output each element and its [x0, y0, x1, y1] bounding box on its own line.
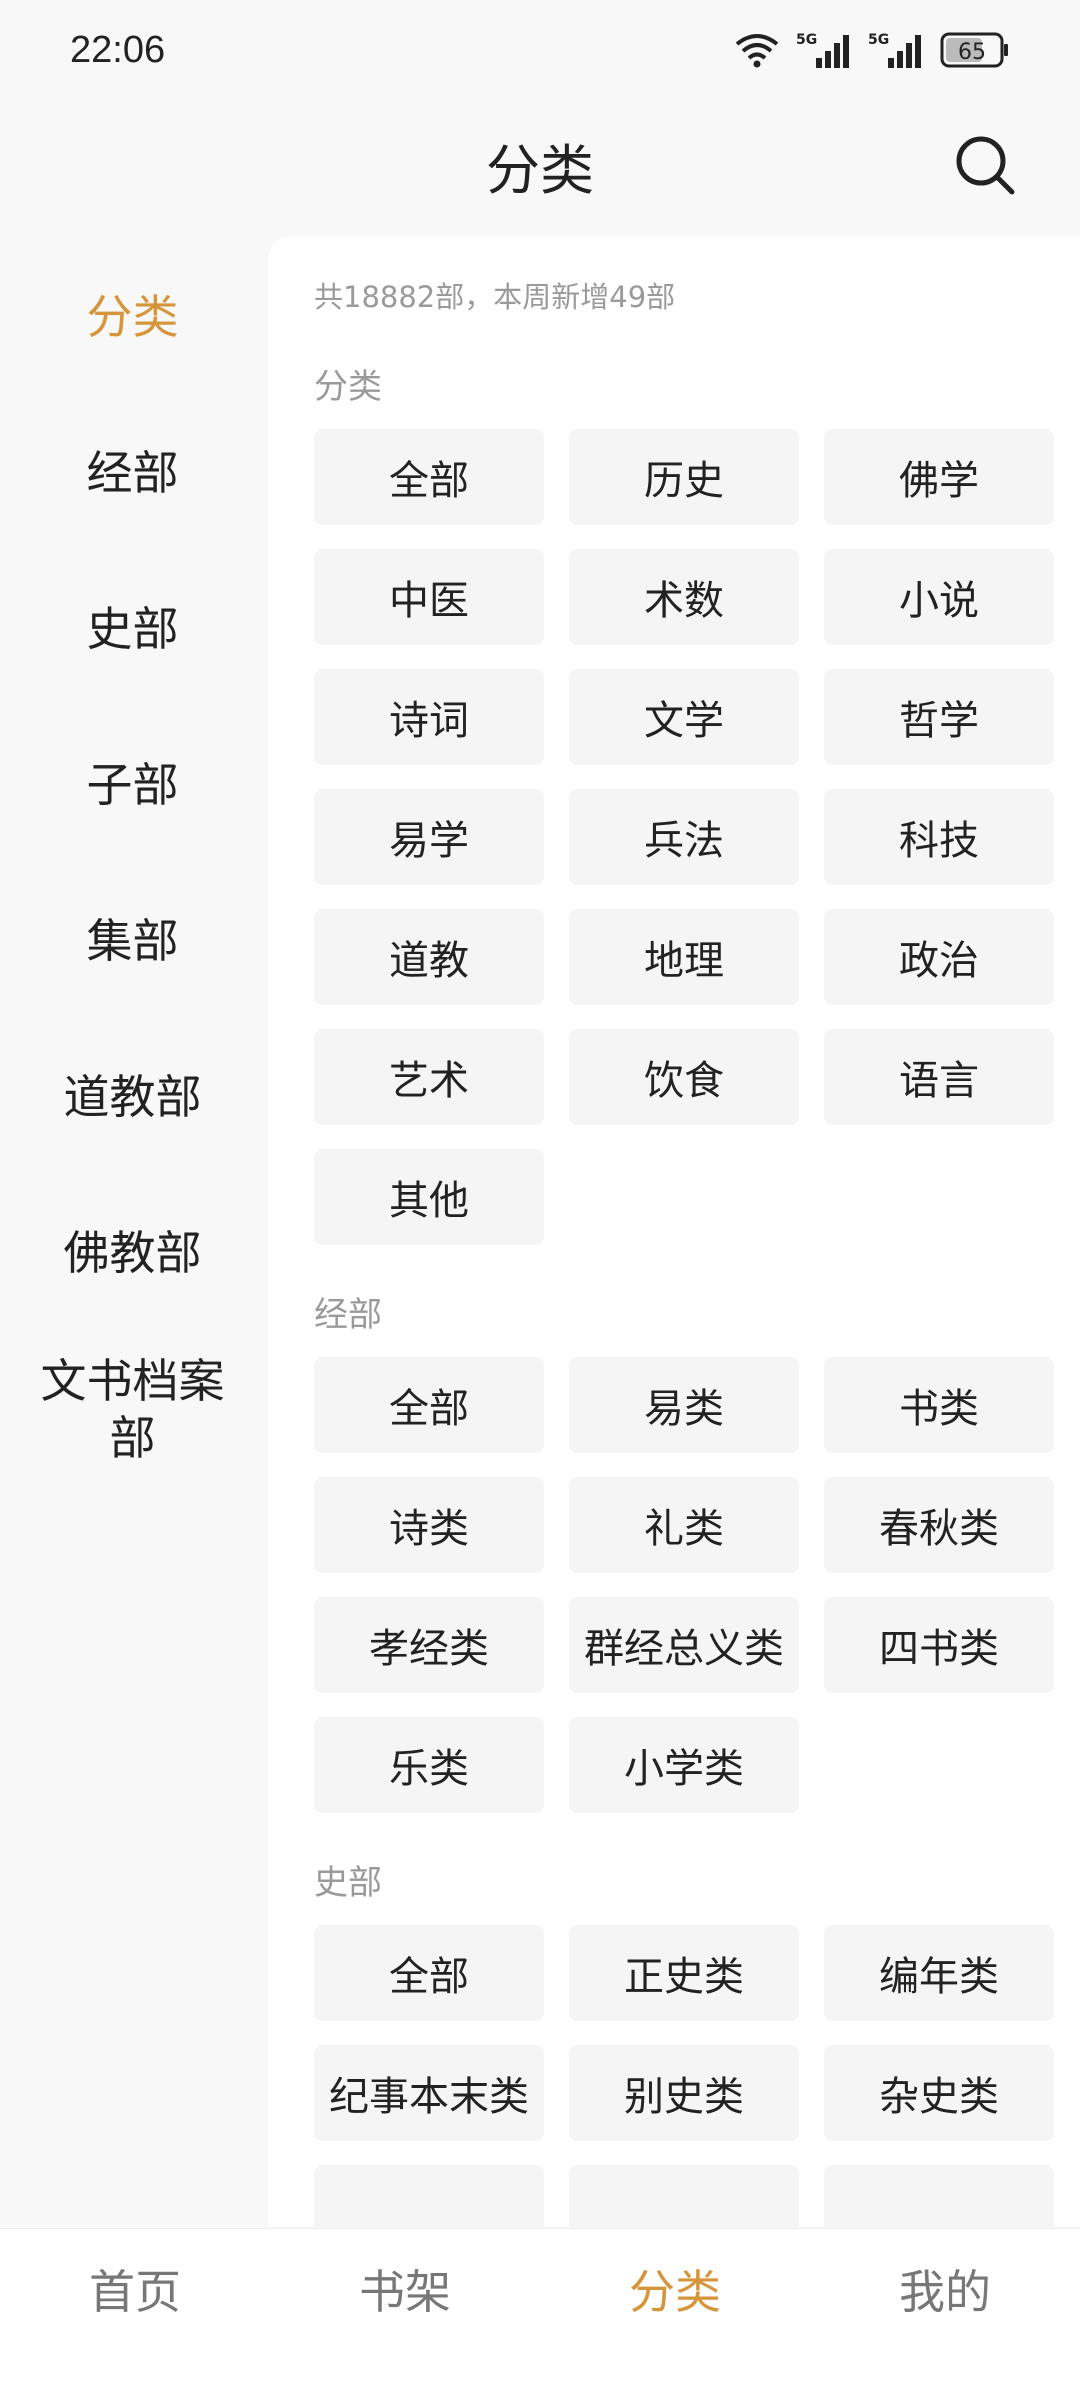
sidebar-item-fenlei[interactable]: 分类	[0, 240, 265, 396]
category-chip[interactable]: 中医	[314, 549, 544, 645]
category-chip[interactable]: 术数	[569, 549, 799, 645]
category-chip[interactable]: 正史类	[569, 1925, 799, 2021]
category-chip[interactable]: 易类	[569, 1357, 799, 1453]
search-icon	[956, 136, 1015, 195]
wifi-icon	[735, 34, 779, 68]
status-bar: 22:06 5G 5G 65	[0, 0, 1080, 100]
category-chip[interactable]: 全部	[314, 429, 544, 525]
sidebar-item-wenshudanganbu[interactable]: 文书档案部	[0, 1332, 265, 1488]
category-chip[interactable]: 全部	[314, 1357, 544, 1453]
sidebar-item-jingbu[interactable]: 经部	[0, 396, 265, 552]
section-shibu: 史部 全部 正史类 编年类 纪事本末类 别史类 杂史类	[314, 1861, 1054, 2227]
battery-level: 65	[958, 40, 986, 65]
category-chip-partial[interactable]	[824, 2165, 1054, 2227]
category-chip[interactable]: 语言	[824, 1029, 1054, 1125]
category-chip[interactable]: 乐类	[314, 1717, 544, 1813]
category-chip[interactable]: 其他	[314, 1149, 544, 1245]
category-chip[interactable]: 文学	[569, 669, 799, 765]
category-chip[interactable]: 诗词	[314, 669, 544, 765]
category-chip[interactable]: 编年类	[824, 1925, 1054, 2021]
category-chip[interactable]: 全部	[314, 1925, 544, 2021]
nav-mine[interactable]: 我的	[810, 2229, 1080, 2349]
category-grid: 全部 历史 佛学 中医 术数 小说 诗词 文学 哲学 易学 兵法 科技 道教 地…	[314, 429, 1054, 1245]
category-chip[interactable]: 四书类	[824, 1597, 1054, 1693]
category-chip[interactable]: 历史	[569, 429, 799, 525]
category-chip[interactable]: 饮食	[569, 1029, 799, 1125]
category-chip[interactable]: 政治	[824, 909, 1054, 1005]
category-chip-partial[interactable]	[569, 2165, 799, 2227]
sidebar-item-jibu[interactable]: 集部	[0, 864, 265, 1020]
battery-icon: 65	[940, 32, 1008, 68]
category-chip[interactable]: 艺术	[314, 1029, 544, 1125]
category-chip[interactable]: 小说	[824, 549, 1054, 645]
sidebar-item-zibu[interactable]: 子部	[0, 708, 265, 864]
category-chip[interactable]: 别史类	[569, 2045, 799, 2141]
category-chip[interactable]: 诗类	[314, 1477, 544, 1573]
category-chip[interactable]: 科技	[824, 789, 1054, 885]
signal-label-sim1: 5G	[796, 32, 817, 48]
category-content[interactable]: 共18882部，本周新增49部 分类 全部 历史 佛学 中医 术数 小说 诗词 …	[268, 237, 1080, 2227]
signal-icon-sim1: 5G	[796, 32, 849, 68]
category-chip[interactable]: 道教	[314, 909, 544, 1005]
total-count-text: 共18882部，本周新增49部	[314, 280, 676, 314]
category-chip[interactable]: 易学	[314, 789, 544, 885]
header: 分类	[0, 100, 1080, 230]
nav-bookshelf[interactable]: 书架	[270, 2229, 540, 2349]
category-chip[interactable]: 哲学	[824, 669, 1054, 765]
sidebar-item-daojiaobu[interactable]: 道教部	[0, 1020, 265, 1176]
status-icons: 5G 5G 65	[734, 30, 1010, 70]
nav-home[interactable]: 首页	[0, 2229, 270, 2349]
signal-label-sim2: 5G	[868, 32, 889, 48]
sidebar-item-shibu[interactable]: 史部	[0, 552, 265, 708]
category-grid: 全部 正史类 编年类 纪事本末类 别史类 杂史类	[314, 1925, 1054, 2227]
category-chip[interactable]: 小学类	[569, 1717, 799, 1813]
category-chip[interactable]: 兵法	[569, 789, 799, 885]
category-chip[interactable]: 佛学	[824, 429, 1054, 525]
category-chip-partial[interactable]	[314, 2165, 544, 2227]
category-chip[interactable]: 春秋类	[824, 1477, 1054, 1573]
category-chip[interactable]: 书类	[824, 1357, 1054, 1453]
category-chip[interactable]: 纪事本末类	[314, 2045, 544, 2141]
category-chip[interactable]: 孝经类	[314, 1597, 544, 1693]
category-grid: 全部 易类 书类 诗类 礼类 春秋类 孝经类 群经总义类 四书类 乐类 小学类	[314, 1357, 1054, 1813]
signal-icon-sim2: 5G	[868, 32, 921, 68]
search-button[interactable]	[940, 120, 1030, 210]
category-chip[interactable]: 礼类	[569, 1477, 799, 1573]
status-time: 22:06	[70, 28, 166, 71]
category-chip[interactable]: 群经总义类	[569, 1597, 799, 1693]
page-title: 分类	[486, 138, 594, 202]
section-fenlei: 分类 全部 历史 佛学 中医 术数 小说 诗词 文学 哲学 易学 兵法 科技 道…	[314, 365, 1054, 1245]
sidebar: 分类 经部 史部 子部 集部 道教部 佛教部 文书档案部	[0, 240, 265, 2225]
category-chip[interactable]: 地理	[569, 909, 799, 1005]
bottom-nav: 首页 书架 分类 我的	[0, 2228, 1080, 2400]
section-title: 史部	[314, 1863, 382, 1903]
section-jingbu: 经部 全部 易类 书类 诗类 礼类 春秋类 孝经类 群经总义类 四书类 乐类 小…	[314, 1293, 1054, 1813]
nav-category[interactable]: 分类	[540, 2229, 810, 2349]
section-title: 经部	[314, 1295, 382, 1335]
category-chip[interactable]: 杂史类	[824, 2045, 1054, 2141]
sidebar-item-fojiaobu[interactable]: 佛教部	[0, 1176, 265, 1332]
section-title: 分类	[314, 367, 382, 407]
